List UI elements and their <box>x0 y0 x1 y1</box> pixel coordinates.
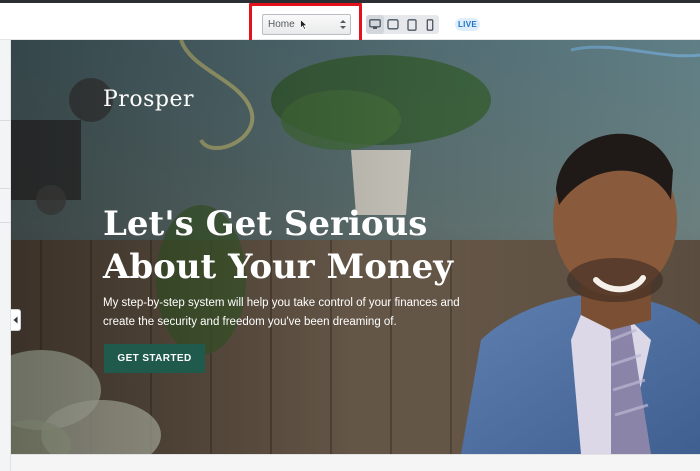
hero-headline: Let's Get Serious About Your Money <box>103 203 483 289</box>
chevron-left-icon <box>13 316 18 324</box>
headline-line-1: Let's Get Serious <box>103 204 428 244</box>
rail-divider <box>0 188 11 189</box>
device-mobile-button[interactable] <box>421 15 439 34</box>
hero-subtext: My step-by-step system will help you tak… <box>103 294 483 332</box>
device-laptop-button[interactable] <box>384 15 402 34</box>
rail-divider <box>0 222 11 223</box>
tablet-icon <box>407 18 417 31</box>
live-badge[interactable]: LIVE <box>455 18 480 31</box>
rail-divider <box>0 120 11 121</box>
device-tablet-button[interactable] <box>403 15 421 34</box>
device-switcher <box>366 15 439 34</box>
next-section-edge <box>11 454 700 471</box>
subtext-line-1: My step-by-step system will help you tak… <box>103 297 460 309</box>
focus-highlight-box <box>249 3 362 45</box>
site-logo[interactable]: Prosper <box>103 87 194 112</box>
hero-section: Prosper Let's Get Serious About Your Mon… <box>11 40 700 454</box>
left-editor-rail <box>0 40 11 471</box>
mobile-icon <box>426 18 434 31</box>
collapse-panel-button[interactable] <box>11 309 21 331</box>
desktop-icon <box>369 19 381 29</box>
get-started-button[interactable]: GET STARTED <box>104 344 205 373</box>
device-desktop-button[interactable] <box>366 15 384 34</box>
subtext-line-2: create the security and freedom you've b… <box>103 316 397 328</box>
headline-line-2: About Your Money <box>103 247 453 287</box>
laptop-icon <box>387 19 399 30</box>
